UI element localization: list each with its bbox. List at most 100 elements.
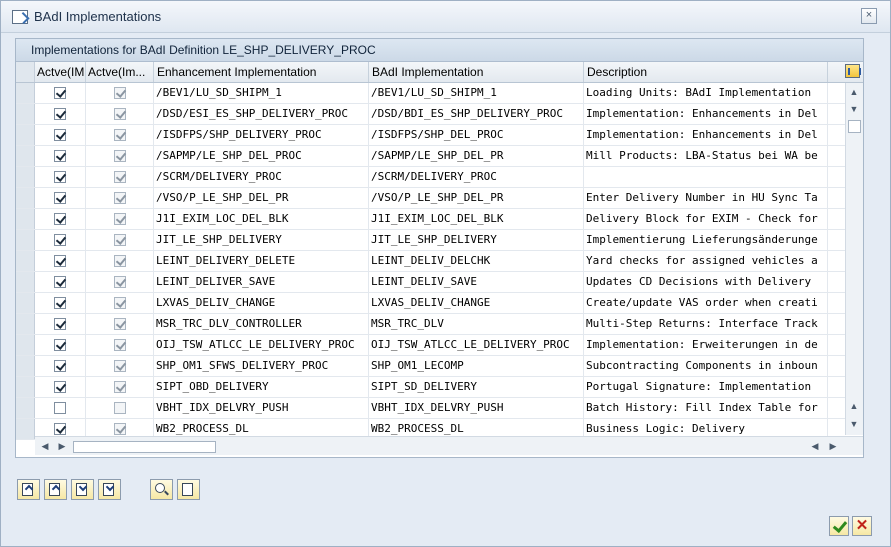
- row-selector[interactable]: [16, 188, 35, 208]
- enhancement-cell[interactable]: VBHT_IDX_DELVRY_PUSH: [154, 398, 369, 418]
- table-row[interactable]: LEINT_DELIVERY_DELETE LEINT_DELIV_DELCHK Y…: [16, 251, 863, 272]
- enhancement-cell[interactable]: /ISDFPS/SHP_DELIVERY_PROC: [154, 125, 369, 145]
- cancel-button[interactable]: ✕: [852, 516, 872, 536]
- table-row[interactable]: /DSD/ESI_ES_SHP_DELIVERY_PROC/DSD/BDI_ES…: [16, 104, 863, 125]
- enhancement-cell[interactable]: /VSO/P_LE_SHP_DEL_PR: [154, 188, 369, 208]
- badi-cell[interactable]: /SAPMP/LE_SHP_DEL_PR: [369, 146, 584, 166]
- move-top-button[interactable]: [17, 479, 40, 500]
- enhancement-cell[interactable]: /BEV1/LU_SD_SHIPM_1: [154, 83, 369, 103]
- active-img-checkbox[interactable]: [54, 212, 66, 225]
- enhancement-cell[interactable]: LEINT_DELIVER_SAVE: [154, 272, 369, 292]
- move-bottom-button[interactable]: [98, 479, 121, 500]
- active-img-checkbox[interactable]: [54, 254, 66, 267]
- display-button[interactable]: [177, 479, 200, 500]
- table-row[interactable]: LEINT_DELIVER_SAVE LEINT_DELIV_SAVE Update…: [16, 272, 863, 293]
- enhancement-cell[interactable]: LEINT_DELIVERY_DELETE: [154, 251, 369, 271]
- badi-cell[interactable]: /BEV1/LU_SD_SHIPM_1: [369, 83, 584, 103]
- badi-cell[interactable]: /ISDFPS/SHP_DEL_PROC: [369, 125, 584, 145]
- badi-cell[interactable]: SIPT_SD_DELIVERY: [369, 377, 584, 397]
- row-selector[interactable]: [16, 209, 35, 229]
- row-selector[interactable]: [16, 314, 35, 334]
- row-selector[interactable]: [16, 335, 35, 355]
- move-down-button[interactable]: [71, 479, 94, 500]
- row-selector[interactable]: [16, 167, 35, 187]
- enhancement-cell[interactable]: SHP_OM1_SFWS_DELIVERY_PROC: [154, 356, 369, 376]
- scroll-right-icon[interactable]: ▶: [825, 439, 841, 453]
- badi-cell[interactable]: LEINT_DELIV_SAVE: [369, 272, 584, 292]
- active-img-checkbox[interactable]: [54, 149, 66, 162]
- scroll-right-fast-icon[interactable]: ▶: [54, 439, 70, 453]
- table-row[interactable]: /ISDFPS/SHP_DELIVERY_PROC/ISDFPS/SHP_DEL…: [16, 125, 863, 146]
- row-selector[interactable]: [16, 419, 35, 439]
- row-selector[interactable]: [16, 398, 35, 418]
- row-selector[interactable]: [16, 125, 35, 145]
- row-selector[interactable]: [16, 356, 35, 376]
- confirm-button[interactable]: [829, 516, 849, 536]
- scroll-left-icon[interactable]: ◀: [37, 439, 53, 453]
- active-img-checkbox[interactable]: [54, 296, 66, 309]
- badi-cell[interactable]: MSR_TRC_DLV: [369, 314, 584, 334]
- badi-cell[interactable]: LEINT_DELIV_DELCHK: [369, 251, 584, 271]
- table-row[interactable]: /SCRM/DELIVERY_PROC/SCRM/DELIVERY_PROC: [16, 167, 863, 188]
- active-img-checkbox[interactable]: [54, 233, 66, 246]
- column-header-badi[interactable]: BAdI Implementation: [369, 62, 584, 82]
- column-header-active-im[interactable]: Actve(Im...: [86, 62, 154, 82]
- row-selector[interactable]: [16, 293, 35, 313]
- table-row[interactable]: J1I_EXIM_LOC_DEL_BLK J1I_EXIM_LOC_DEL_BLK…: [16, 209, 863, 230]
- table-row[interactable]: /BEV1/LU_SD_SHIPM_1/BEV1/LU_SD_SHIPM_1 Lo…: [16, 83, 863, 104]
- active-img-checkbox[interactable]: [54, 401, 66, 414]
- row-selector[interactable]: [16, 146, 35, 166]
- horizontal-scroll-thumb[interactable]: [73, 441, 216, 453]
- vertical-scrollbar[interactable]: ▲ ▼ ▲ ▼: [845, 83, 863, 435]
- active-img-checkbox[interactable]: [54, 86, 66, 99]
- badi-cell[interactable]: /SCRM/DELIVERY_PROC: [369, 167, 584, 187]
- table-row[interactable]: /SAPMP/LE_SHP_DEL_PROC/SAPMP/LE_SHP_DEL_…: [16, 146, 863, 167]
- scroll-up-icon[interactable]: ▲: [846, 85, 862, 99]
- table-row[interactable]: OIJ_TSW_ATLCC_LE_DELIVERY_PROC OIJ_TSW_AT…: [16, 335, 863, 356]
- row-selector[interactable]: [16, 83, 35, 103]
- table-row[interactable]: MSR_TRC_DLV_CONTROLLER MSR_TRC_DLV Multi-S…: [16, 314, 863, 335]
- badi-cell[interactable]: /DSD/BDI_ES_SHP_DELIVERY_PROC: [369, 104, 584, 124]
- badi-cell[interactable]: SHP_OM1_LECOMP: [369, 356, 584, 376]
- column-header-description[interactable]: Description: [584, 62, 828, 82]
- table-row[interactable]: /VSO/P_LE_SHP_DEL_PR/VSO/P_LE_SHP_DEL_PR…: [16, 188, 863, 209]
- table-row[interactable]: VBHT_IDX_DELVRY_PUSH VBHT_IDX_DELVRY_PUSH…: [16, 398, 863, 419]
- active-img-checkbox[interactable]: [54, 338, 66, 351]
- table-row[interactable]: SIPT_OBD_DELIVERY SIPT_SD_DELIVERY Portuga…: [16, 377, 863, 398]
- enhancement-cell[interactable]: LXVAS_DELIV_CHANGE: [154, 293, 369, 313]
- row-selector[interactable]: [16, 104, 35, 124]
- active-img-checkbox[interactable]: [54, 275, 66, 288]
- active-img-checkbox[interactable]: [54, 380, 66, 393]
- find-button[interactable]: [150, 479, 173, 500]
- move-up-button[interactable]: [44, 479, 67, 500]
- badi-cell[interactable]: LXVAS_DELIV_CHANGE: [369, 293, 584, 313]
- scroll-down-fast-icon[interactable]: ▼: [846, 102, 862, 116]
- active-img-checkbox[interactable]: [54, 170, 66, 183]
- scroll-down-icon[interactable]: ▼: [846, 417, 862, 431]
- enhancement-cell[interactable]: JIT_LE_SHP_DELIVERY: [154, 230, 369, 250]
- badi-cell[interactable]: VBHT_IDX_DELVRY_PUSH: [369, 398, 584, 418]
- column-header-enhancement[interactable]: Enhancement Implementation: [154, 62, 369, 82]
- row-selector[interactable]: [16, 230, 35, 250]
- enhancement-cell[interactable]: OIJ_TSW_ATLCC_LE_DELIVERY_PROC: [154, 335, 369, 355]
- enhancement-cell[interactable]: SIPT_OBD_DELIVERY: [154, 377, 369, 397]
- active-img-checkbox[interactable]: [54, 128, 66, 141]
- enhancement-cell[interactable]: J1I_EXIM_LOC_DEL_BLK: [154, 209, 369, 229]
- table-row[interactable]: SHP_OM1_SFWS_DELIVERY_PROC SHP_OM1_LECOMP…: [16, 356, 863, 377]
- table-row[interactable]: LXVAS_DELIV_CHANGE LXVAS_DELIV_CHANGE Crea…: [16, 293, 863, 314]
- scroll-up-fast-icon[interactable]: ▲: [846, 399, 862, 413]
- enhancement-cell[interactable]: /SCRM/DELIVERY_PROC: [154, 167, 369, 187]
- active-img-checkbox[interactable]: [54, 359, 66, 372]
- badi-cell[interactable]: OIJ_TSW_ATLCC_LE_DELIVERY_PROC: [369, 335, 584, 355]
- badi-cell[interactable]: J1I_EXIM_LOC_DEL_BLK: [369, 209, 584, 229]
- column-header-active-img[interactable]: Actve(IMG): [35, 62, 86, 82]
- badi-cell[interactable]: JIT_LE_SHP_DELIVERY: [369, 230, 584, 250]
- vertical-scroll-thumb[interactable]: [848, 120, 861, 133]
- enhancement-cell[interactable]: /SAPMP/LE_SHP_DEL_PROC: [154, 146, 369, 166]
- badi-cell[interactable]: /VSO/P_LE_SHP_DEL_PR: [369, 188, 584, 208]
- active-img-checkbox[interactable]: [54, 422, 66, 435]
- row-selector[interactable]: [16, 272, 35, 292]
- select-all-column[interactable]: [16, 62, 35, 82]
- enhancement-cell[interactable]: MSR_TRC_DLV_CONTROLLER: [154, 314, 369, 334]
- scroll-left-fast-icon[interactable]: ◀: [807, 439, 823, 453]
